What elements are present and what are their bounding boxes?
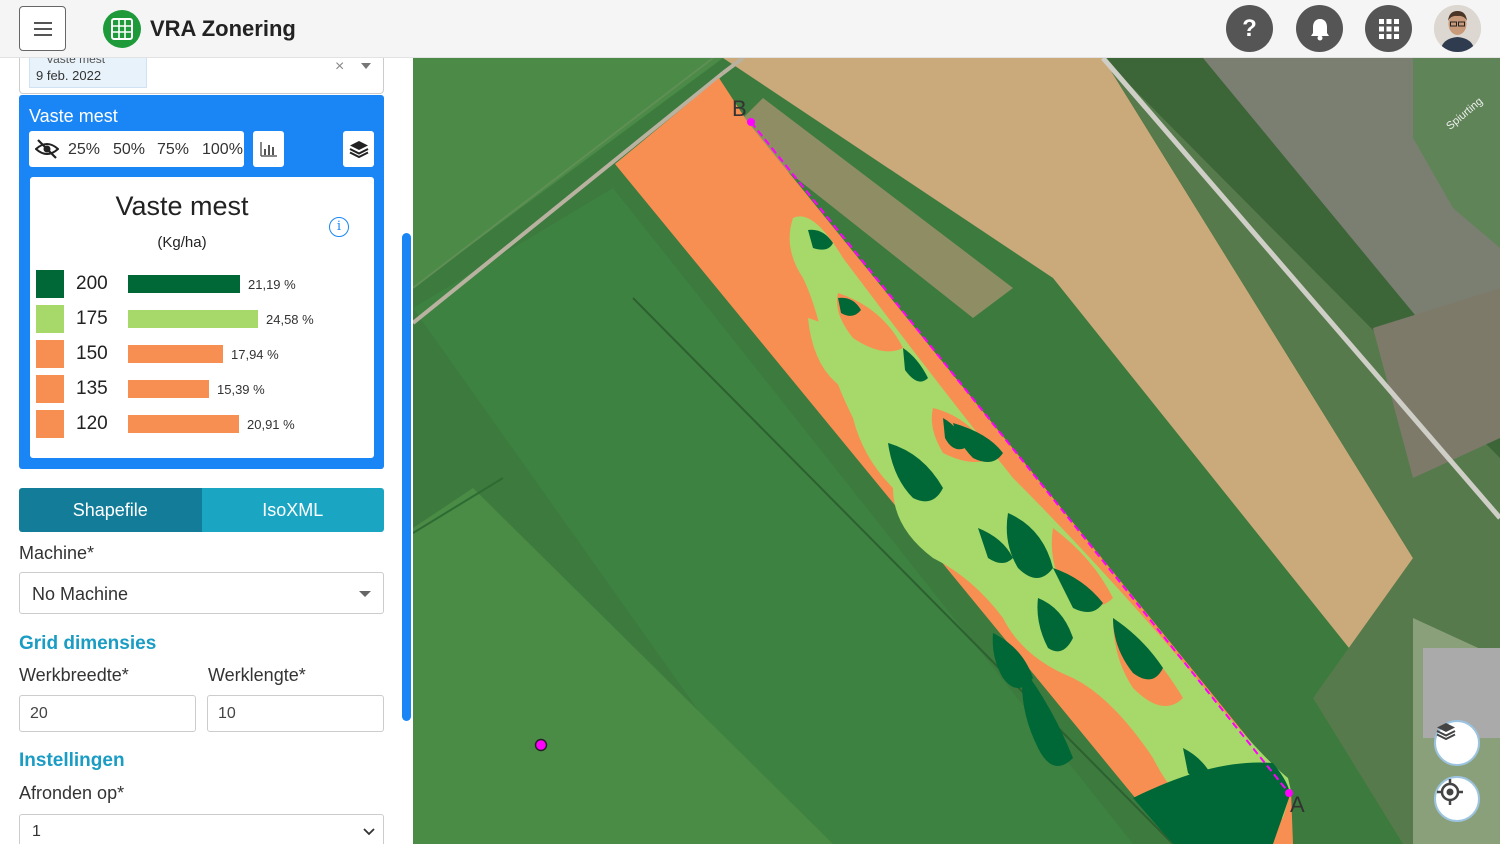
hamburger-menu-button[interactable]: [19, 6, 66, 51]
machine-label: Machine*: [19, 543, 95, 563]
chevron-down-icon[interactable]: [361, 63, 371, 69]
legend-swatch: [36, 305, 64, 333]
settings-sidebar: Vaste mest 9 feb. 2022 × Vaste mest 25% …: [0, 58, 413, 844]
layer-date-select[interactable]: Vaste mest 9 feb. 2022 ×: [19, 58, 384, 94]
legend-swatch: [36, 340, 64, 368]
eye-slash-icon[interactable]: [35, 139, 59, 159]
legend-value: 150: [76, 343, 108, 364]
help-icon: ?: [1242, 14, 1257, 42]
rounding-label: Afronden op*: [19, 783, 125, 803]
legend-unit: (Kg/ha): [157, 234, 207, 251]
legend-value: 200: [76, 273, 108, 294]
legend-swatch: [36, 375, 64, 403]
legend-bar: [128, 380, 209, 398]
menu-icon: [33, 21, 52, 36]
work-width-field[interactable]: [19, 695, 196, 732]
notifications-button[interactable]: [1296, 5, 1343, 52]
legend-bar: [128, 275, 240, 293]
apps-button[interactable]: [1365, 5, 1412, 52]
opacity-100-button[interactable]: 100%: [202, 141, 243, 159]
legend-value: 135: [76, 378, 108, 399]
legend-percent: 17,94 %: [231, 347, 279, 362]
top-bar: VRA Zonering ?: [0, 0, 1500, 58]
layer-panel-title: Vaste mest: [29, 106, 118, 126]
legend-value: 175: [76, 308, 108, 329]
map-layers-button[interactable]: [1434, 720, 1480, 766]
opacity-25-button[interactable]: 25%: [68, 141, 100, 159]
work-width-label: Werkbreedte*: [19, 665, 129, 685]
layer-panel: Vaste mest 25% 50% 75% 100% Vaste mest (…: [19, 95, 384, 469]
legend-row: 150 17,94 %: [36, 340, 366, 368]
satellite-map: [413, 58, 1500, 844]
rounding-select[interactable]: 1: [19, 814, 384, 844]
sidebar-scrollbar[interactable]: [402, 233, 411, 721]
legend-percent: 24,58 %: [266, 312, 314, 327]
app-title: VRA Zonering: [150, 16, 296, 41]
legend-row: 200 21,19 %: [36, 270, 366, 298]
layers-toggle-button[interactable]: [343, 131, 374, 167]
legend-percent: 20,91 %: [247, 417, 295, 432]
app-logo-icon: [103, 10, 141, 48]
legend-title: Vaste mest: [115, 191, 249, 221]
opacity-75-button[interactable]: 75%: [157, 141, 189, 159]
machine-select-value: No Machine: [32, 584, 129, 604]
help-button[interactable]: ?: [1226, 5, 1273, 52]
legend-value: 120: [76, 413, 108, 434]
chevron-down-icon: [359, 591, 371, 597]
legend-row: 135 15,39 %: [36, 375, 366, 403]
map-view[interactable]: B A Spiurting: [413, 58, 1500, 844]
bell-icon: [1310, 18, 1329, 40]
export-format-tabs: Shapefile IsoXML: [19, 488, 384, 532]
legend-bar: [128, 345, 223, 363]
legend-card: Vaste mest (Kg/ha) i 200 21,19 % 175 24,58 …: [30, 177, 374, 458]
opacity-50-button[interactable]: 50%: [113, 141, 145, 159]
info-icon[interactable]: i: [329, 217, 349, 237]
crosshair-icon: [1437, 779, 1463, 805]
legend-percent: 15,39 %: [217, 382, 265, 397]
ab-point-b-label: B: [732, 96, 747, 121]
tab-isoxml[interactable]: IsoXML: [201, 488, 384, 532]
work-length-label: Werklengte*: [208, 665, 306, 685]
rounding-select-value: 1: [32, 823, 41, 840]
work-length-field[interactable]: [207, 695, 384, 732]
legend-row: 120 20,91 %: [36, 410, 366, 438]
grid-section-title: Grid dimensies: [19, 633, 157, 654]
legend-bar: [128, 415, 239, 433]
layers-icon: [1436, 723, 1456, 740]
legend-percent: 21,19 %: [248, 277, 296, 292]
bar-chart-icon: [259, 142, 277, 157]
histogram-button[interactable]: [253, 131, 284, 167]
legend-row: 175 24,58 %: [36, 305, 366, 333]
my-location-button[interactable]: [1434, 776, 1480, 822]
legend-bar: [128, 310, 258, 328]
settings-section-title: Instellingen: [19, 750, 125, 771]
chevron-down-icon: [363, 828, 375, 836]
machine-select[interactable]: No Machine: [19, 572, 384, 614]
apps-grid-icon: [1378, 18, 1399, 39]
user-avatar[interactable]: [1434, 5, 1481, 52]
ab-point-a-label: A: [1290, 792, 1305, 817]
chip-layer-name: Vaste mest: [46, 58, 106, 66]
tab-shapefile[interactable]: Shapefile: [19, 488, 202, 532]
clear-selection-icon[interactable]: ×: [335, 58, 344, 76]
chip-date: 9 feb. 2022: [36, 68, 102, 83]
opacity-toolbar: 25% 50% 75% 100%: [29, 131, 244, 167]
selected-layer-chip: Vaste mest 9 feb. 2022: [29, 58, 147, 88]
legend-swatch: [36, 410, 64, 438]
layers-icon: [349, 141, 368, 158]
legend-swatch: [36, 270, 64, 298]
